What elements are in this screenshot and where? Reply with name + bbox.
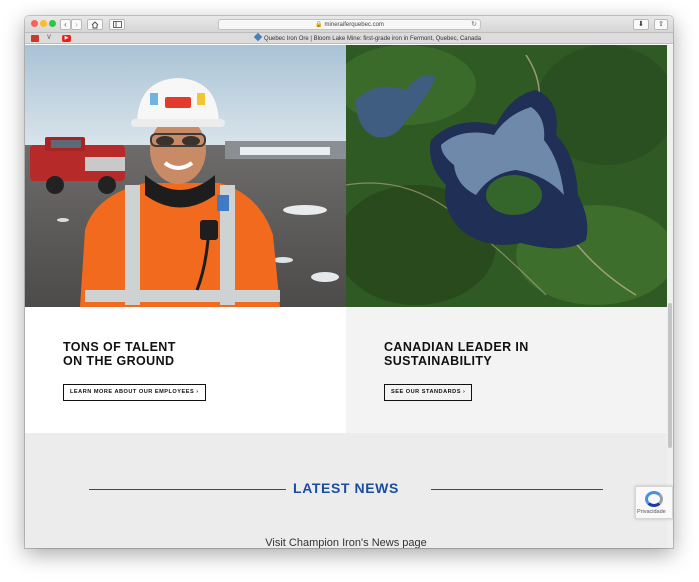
lake-illustration [346, 45, 667, 307]
favorite-youtube-icon[interactable]: ▶ [62, 35, 71, 42]
download-icon: ⬇ [638, 21, 644, 28]
tab-title: Quebec Iron Ore | Bloom Lake Mine: first… [264, 36, 481, 42]
minimize-window-button[interactable] [40, 20, 47, 27]
chevron-right-icon: › [75, 20, 78, 29]
favorites-bar: V ▶ Quebec Iron Ore | Bloom Lake Mine: f… [25, 32, 673, 44]
sustainability-card-title: CANADIAN LEADER IN SUSTAINABILITY [384, 340, 529, 368]
worker-photo [25, 45, 346, 307]
page-content: TONS OF TALENT ON THE GROUND LEARN MORE … [25, 45, 673, 548]
site-favicon-icon [253, 32, 263, 42]
home-icon [91, 21, 99, 29]
share-icon: ⇧ [658, 21, 664, 28]
lake-aerial-photo [346, 45, 667, 307]
learn-more-employees-button[interactable]: LEARN MORE ABOUT OUR EMPLOYEES › [63, 384, 206, 401]
recaptcha-badge[interactable]: Privacidade [635, 486, 673, 519]
favorite-flag-icon[interactable] [31, 35, 39, 42]
sidebar-toggle-button[interactable] [109, 19, 125, 30]
chevron-left-icon: ‹ [64, 20, 67, 29]
see-standards-button[interactable]: SEE OUR STANDARDS › [384, 384, 473, 401]
sustainability-card: CANADIAN LEADER IN SUSTAINABILITY SEE OU… [346, 307, 667, 433]
browser-toolbar: ‹ › 🔒 mineraiferquebec.com ↻ ⬇ ⇧ [25, 16, 673, 33]
back-button[interactable]: ‹ [60, 19, 71, 30]
lock-icon: 🔒 [315, 22, 323, 28]
active-tab[interactable]: Quebec Iron Ore | Bloom Lake Mine: first… [253, 32, 485, 44]
recaptcha-label: Privacidade [637, 509, 666, 515]
address-bar[interactable]: 🔒 mineraiferquebec.com ↻ [218, 19, 481, 30]
latest-news-section: LATEST NEWS Visit Champion Iron's News p… [25, 433, 667, 548]
address-url: mineraiferquebec.com [324, 22, 384, 28]
share-button[interactable]: ⇧ [654, 19, 668, 30]
page-scrollbar[interactable] [667, 45, 673, 548]
talent-card-title: TONS OF TALENT ON THE GROUND [63, 340, 176, 368]
news-page-link[interactable]: Visit Champion Iron's News page [25, 537, 667, 548]
scrollbar-thumb[interactable] [668, 303, 672, 448]
reload-icon[interactable]: ↻ [471, 20, 477, 30]
home-button[interactable] [87, 19, 103, 30]
recaptcha-icon [645, 491, 663, 507]
sidebar-icon [112, 21, 122, 28]
close-window-button[interactable] [31, 20, 38, 27]
zoom-window-button[interactable] [49, 20, 56, 27]
talent-card: TONS OF TALENT ON THE GROUND LEARN MORE … [25, 307, 346, 433]
favorite-v-icon[interactable]: V [47, 35, 53, 42]
forward-button[interactable]: › [71, 19, 82, 30]
news-divider-right [431, 489, 603, 490]
worker-illustration [25, 45, 346, 307]
downloads-button[interactable]: ⬇ [633, 19, 649, 30]
latest-news-title: LATEST NEWS [293, 480, 399, 496]
browser-window: ‹ › 🔒 mineraiferquebec.com ↻ ⬇ ⇧ V ▶ Queb… [25, 16, 673, 548]
